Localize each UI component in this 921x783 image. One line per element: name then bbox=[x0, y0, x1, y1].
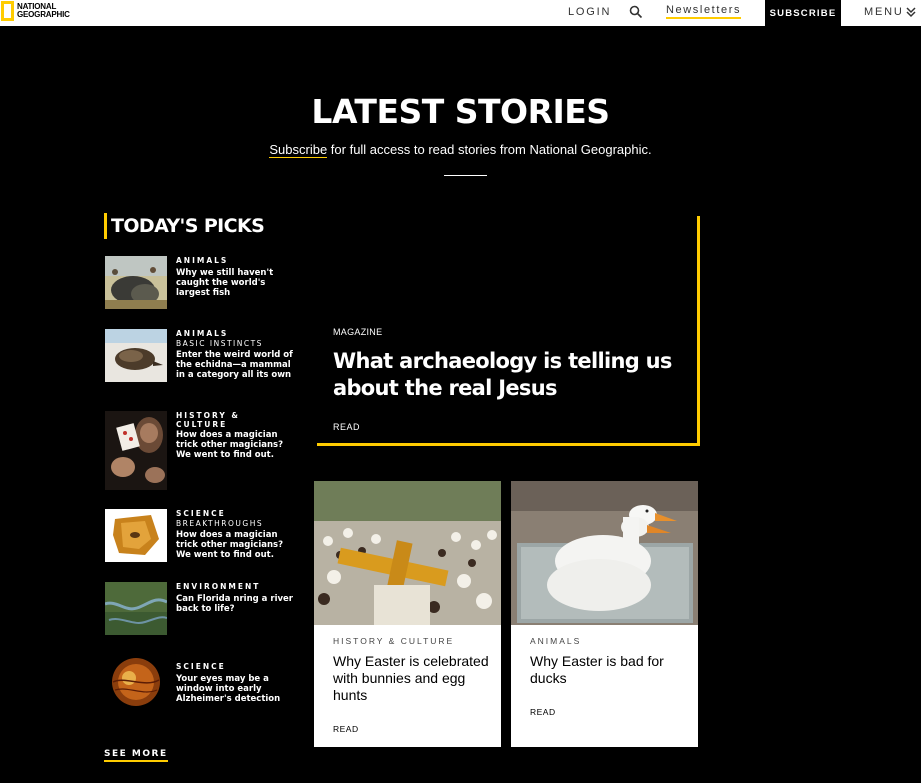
logo-yellow-frame bbox=[1, 1, 14, 21]
todays-picks-heading: TODAY'S PICKS bbox=[104, 213, 265, 239]
feature-label[interactable]: MAGAZINE bbox=[333, 327, 382, 337]
top-nav: NATIONAL GEOGRAPHIC LOGIN Newsletters SUB… bbox=[0, 0, 921, 26]
feature-read-link[interactable]: READ bbox=[333, 422, 360, 432]
menu-label: MENU bbox=[864, 6, 904, 18]
search-icon[interactable] bbox=[629, 5, 643, 19]
menu-button[interactable]: MENU bbox=[864, 6, 916, 18]
story-card[interactable]: HISTORY & CULTURE Why Easter is celebrat… bbox=[314, 481, 501, 747]
pick-title[interactable]: How does a magician trick other magician… bbox=[176, 430, 298, 460]
easter-procession-image bbox=[314, 481, 501, 625]
see-more-link[interactable]: SEE MORE bbox=[104, 749, 168, 762]
story-card[interactable]: ANIMALS Why Easter is bad for ducks READ bbox=[511, 481, 698, 747]
whale-shark-image bbox=[105, 256, 167, 309]
logo-wordmark: NATIONAL GEOGRAPHIC bbox=[17, 3, 70, 19]
card-read-link[interactable]: READ bbox=[333, 724, 359, 734]
amber-image bbox=[105, 509, 167, 562]
pick-thumbnail-eye[interactable] bbox=[105, 656, 167, 709]
pick-thumbnail-magician[interactable] bbox=[105, 411, 167, 490]
pick-subcategory[interactable]: BASIC INSTINCTS bbox=[176, 338, 298, 349]
ducks-image bbox=[511, 481, 698, 625]
page-title: LATEST STORIES bbox=[311, 92, 610, 131]
pick-thumbnail-echidna[interactable] bbox=[105, 329, 167, 382]
feature-title[interactable]: What archaeology is telling us about the… bbox=[333, 348, 673, 402]
pick-category[interactable]: SCIENCE bbox=[176, 509, 298, 518]
pick-category[interactable]: ANIMALS bbox=[176, 329, 298, 338]
pick-thumbnail-river[interactable] bbox=[105, 582, 167, 635]
pick-text: SCIENCE Your eyes may be a window into e… bbox=[176, 662, 298, 704]
card-category[interactable]: ANIMALS bbox=[530, 636, 581, 646]
pick-title[interactable]: Enter the weird world of the echidna—a m… bbox=[176, 350, 298, 380]
card-title[interactable]: Why Easter is bad for ducks bbox=[530, 653, 690, 687]
logo-line2: GEOGRAPHIC bbox=[17, 10, 70, 19]
pick-text: SCIENCE BREAKTHROUGHS How does a magicia… bbox=[176, 509, 298, 560]
pick-title[interactable]: Your eyes may be a window into early Alz… bbox=[176, 674, 298, 704]
pick-category[interactable]: HISTORY & CULTURE bbox=[176, 411, 256, 429]
pick-category[interactable]: ENVIRONMENT bbox=[176, 582, 298, 591]
pick-text: ENVIRONMENT Can Florida nring a river ba… bbox=[176, 582, 298, 614]
pick-text: HISTORY & CULTURE How does a magician tr… bbox=[176, 411, 298, 460]
subscribe-prompt-text: for full access to read stories from Nat… bbox=[327, 142, 652, 157]
title-divider bbox=[444, 175, 487, 176]
pick-title[interactable]: Can Florida nring a river back to life? bbox=[176, 594, 298, 614]
retina-image bbox=[105, 656, 167, 709]
pick-thumbnail-amber[interactable] bbox=[105, 509, 167, 562]
magician-image bbox=[105, 411, 167, 490]
pick-text: ANIMALS Why we still haven't caught the … bbox=[176, 256, 298, 298]
pick-category[interactable]: SCIENCE bbox=[176, 662, 298, 671]
pick-title[interactable]: How does a magician trick other magician… bbox=[176, 530, 298, 560]
login-link[interactable]: LOGIN bbox=[568, 6, 611, 18]
card-category[interactable]: HISTORY & CULTURE bbox=[333, 636, 454, 646]
pick-category[interactable]: ANIMALS bbox=[176, 256, 298, 265]
natgeo-logo[interactable]: NATIONAL GEOGRAPHIC bbox=[0, 0, 70, 22]
card-image-ducks[interactable] bbox=[511, 481, 698, 625]
subscribe-prompt: Subscribe for full access to read storie… bbox=[0, 142, 921, 158]
card-title[interactable]: Why Easter is celebrated with bunnies an… bbox=[333, 653, 493, 704]
card-image-procession[interactable] bbox=[314, 481, 501, 625]
card-read-link[interactable]: READ bbox=[530, 707, 556, 717]
featured-story[interactable]: MAGAZINE What archaeology is telling us … bbox=[317, 216, 700, 446]
double-chevron-down-icon bbox=[906, 6, 916, 17]
florida-river-image bbox=[105, 582, 167, 635]
pick-title[interactable]: Why we still haven't caught the world's … bbox=[176, 268, 298, 298]
subscribe-link[interactable]: Subscribe bbox=[269, 142, 328, 158]
pick-subcategory[interactable]: BREAKTHROUGHS bbox=[176, 518, 298, 529]
subscribe-button[interactable]: SUBSCRIBE bbox=[765, 0, 841, 26]
echidna-image bbox=[105, 329, 167, 382]
pick-text: ANIMALS BASIC INSTINCTS Enter the weird … bbox=[176, 329, 298, 380]
newsletters-link[interactable]: Newsletters bbox=[666, 4, 742, 19]
pick-thumbnail-fish[interactable] bbox=[105, 256, 167, 309]
